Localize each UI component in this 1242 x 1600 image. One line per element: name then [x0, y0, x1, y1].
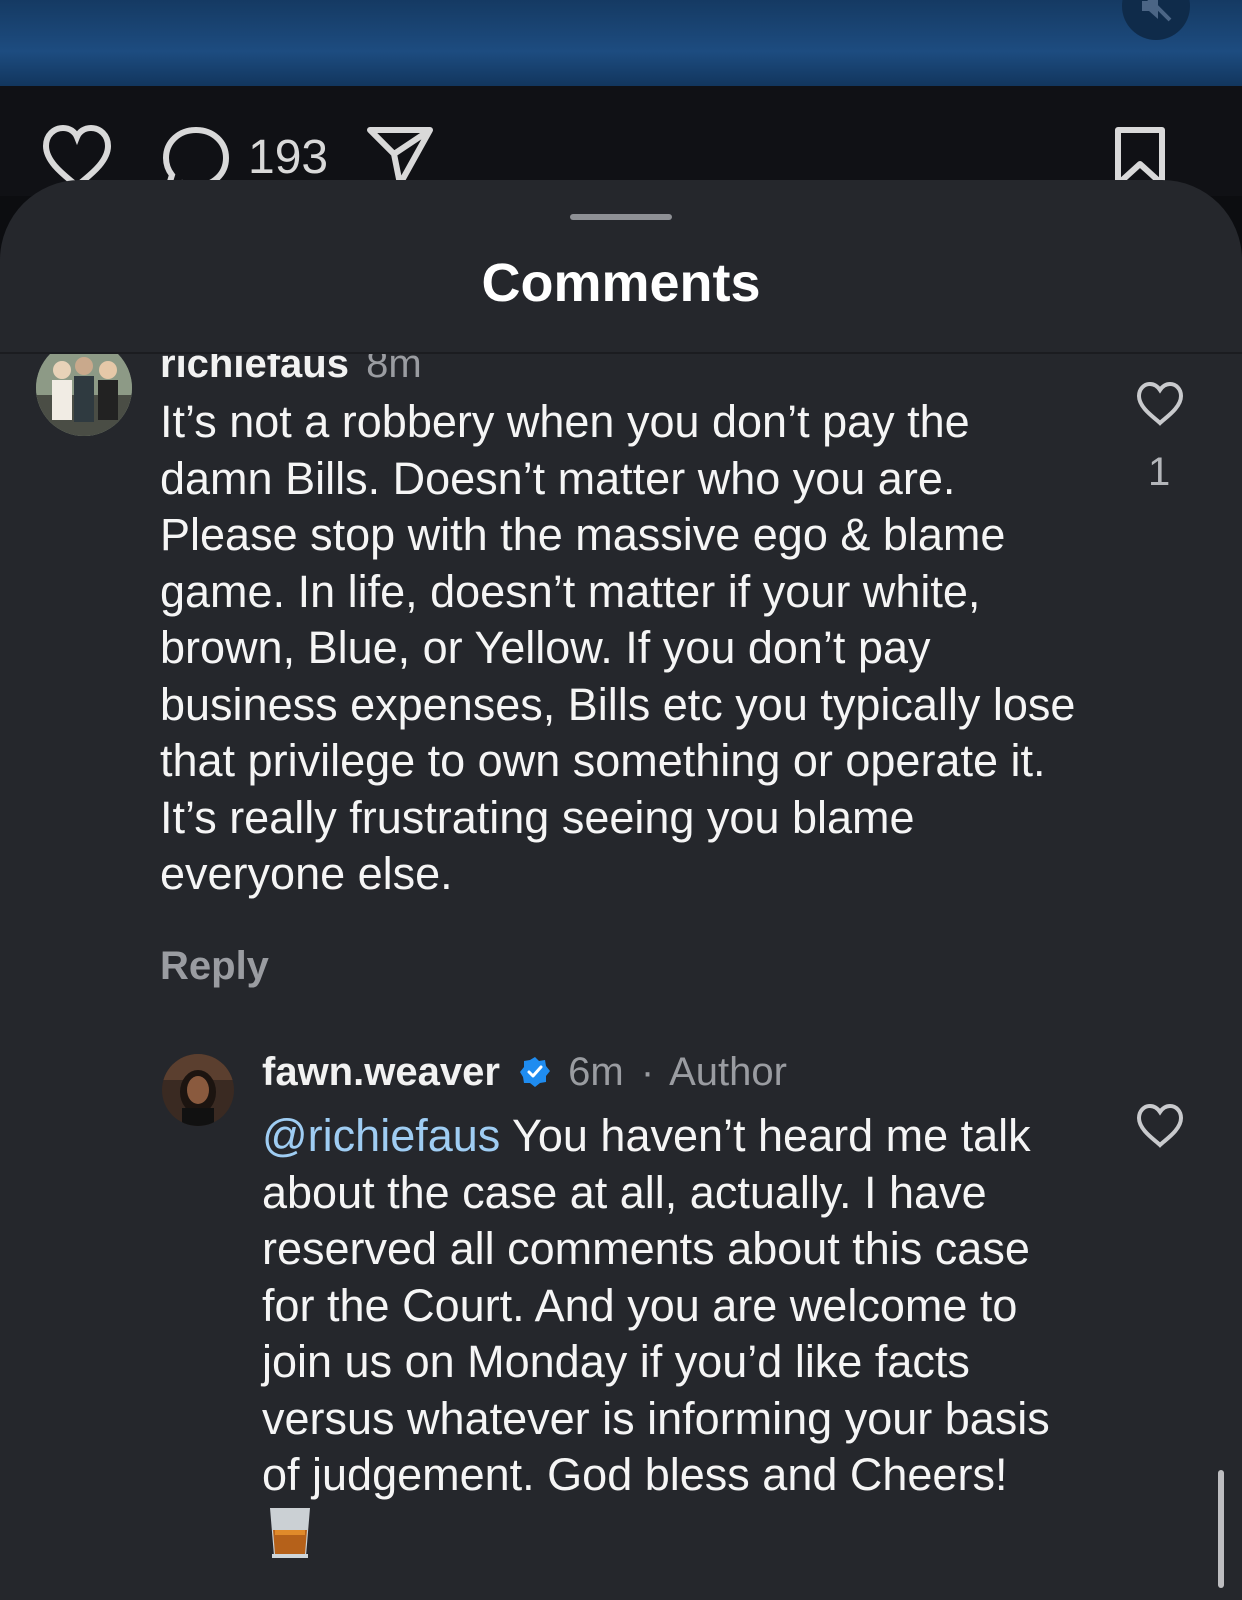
- author-badge: Author: [669, 1050, 787, 1094]
- reply-body: @richiefaus You haven’t heard me talk ab…: [262, 1108, 1062, 1563]
- reply-time: 6m: [568, 1050, 624, 1094]
- share-send-icon[interactable]: [364, 122, 436, 188]
- video-preview[interactable]: [0, 0, 1242, 86]
- comment-richiefaus: richiefaus 8m It’s not a robbery when yo…: [0, 354, 1242, 1004]
- comment-fawn-weaver: fawn.weaver 6m · Author @richiefaus You …: [0, 1046, 1242, 1600]
- reply-like-icon[interactable]: [1134, 1102, 1186, 1150]
- meta-separator: ·: [640, 1050, 655, 1094]
- sheet-grabber[interactable]: [570, 214, 672, 220]
- mention-link[interactable]: @richiefaus: [262, 1110, 500, 1161]
- reply-username[interactable]: fawn.weaver: [262, 1050, 500, 1094]
- reply-button[interactable]: Reply: [160, 944, 269, 989]
- scrollbar[interactable]: [1218, 1470, 1224, 1588]
- mute-button[interactable]: [1122, 0, 1190, 40]
- comment-like-count: 1: [1148, 450, 1171, 494]
- avatar-richiefaus[interactable]: [36, 354, 132, 436]
- bookmark-icon[interactable]: [1110, 124, 1170, 188]
- comment-count: 193: [248, 131, 329, 184]
- reply-text: You haven’t heard me talk about the case…: [262, 1110, 1050, 1500]
- avatar-fawn-weaver[interactable]: [162, 1054, 234, 1126]
- verified-badge-icon: [520, 1057, 551, 1087]
- sheet-title: Comments: [481, 253, 761, 313]
- comment-username[interactable]: richiefaus: [160, 354, 349, 386]
- comments-sheet: Comments richiefaus 8m It’s not a robber…: [0, 180, 1242, 1600]
- whiskey-glass-icon: [270, 1507, 310, 1558]
- speaker-muted-icon: [1142, 0, 1172, 22]
- avatar-photo-icon: [162, 1054, 234, 1126]
- comment-time: 8m: [366, 354, 422, 386]
- avatar-photo-icon: [36, 354, 132, 436]
- comment-body: It’s not a robbery when you don’t pay th…: [160, 396, 1076, 899]
- comment-like-icon[interactable]: [1134, 380, 1186, 428]
